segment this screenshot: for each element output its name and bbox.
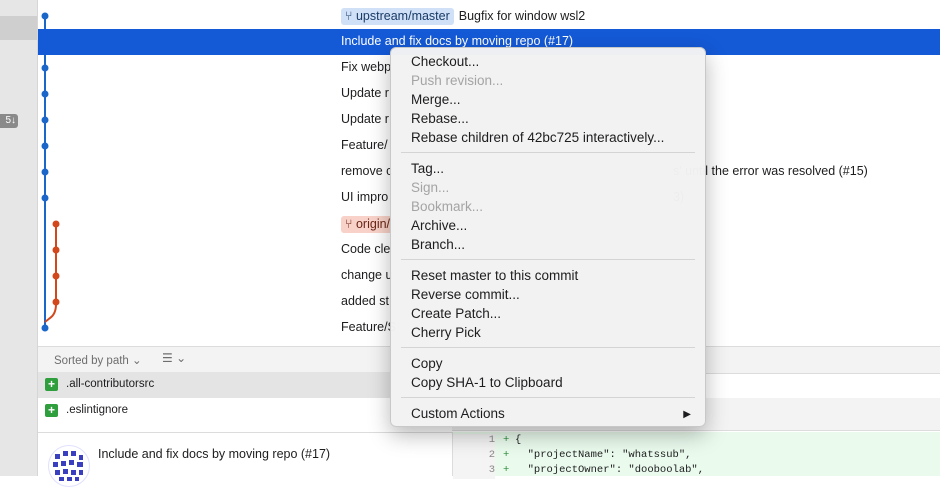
diff-view: 1 + { 2 + "projectName": "whatssub", 3 + "pr… [452,432,940,479]
file-row[interactable]: + .eslintignore [38,398,390,424]
commit-title: Include and fix docs by moving repo (#17… [98,447,331,461]
menu-item-checkout[interactable]: Checkout... [411,54,479,69]
line-number: 1 [453,434,495,449]
behind-count-badge: 5↓ [0,114,18,128]
menu-item-custom-actions[interactable]: Custom Actions [411,406,505,421]
commit-message: Update r [341,86,389,100]
diff-sign: + [503,449,510,461]
menu-item-merge[interactable]: Merge... [411,92,461,107]
author-avatar [48,445,90,487]
commit-message: Include and fix docs by moving repo (#17… [341,34,574,48]
added-icon: + [45,404,58,417]
menu-item-copy-sha[interactable]: Copy SHA-1 to Clipboard [411,375,563,390]
diff-line: 2 + "projectName": "whatssub", [453,449,940,464]
menu-separator [401,347,695,348]
commit-message: remove c [341,164,393,178]
commit-context-menu: Checkout... Push revision... Merge... Re… [390,47,706,427]
diff-line: 3 + "projectOwner": "dooboolab", [453,464,940,479]
file-name: .all-contributorsrc [66,378,155,390]
menu-item-copy[interactable]: Copy [411,356,443,371]
line-number: 2 [453,449,495,464]
menu-separator [401,259,695,260]
commit-message: Code cle [341,242,391,256]
sort-by-path-dropdown[interactable]: Sorted by path ⌄ [54,353,142,367]
menu-item-rebase[interactable]: Rebase... [411,111,469,126]
commit-message: Update r [341,112,389,126]
added-icon: + [45,378,58,391]
diff-sign: + [503,464,510,476]
menu-item-create-patch[interactable]: Create Patch... [411,306,501,321]
commit-info-panel: Include and fix docs by moving repo (#17… [38,432,452,487]
submenu-arrow-icon: ▶ [683,409,691,420]
diff-code: { [515,434,522,446]
commit-message: UI impro [341,190,389,204]
sidebar-selected-item[interactable] [0,16,37,40]
menu-item-push-revision: Push revision... [411,73,504,88]
list-view-menu-icon[interactable]: ☰ ⌄ [162,351,186,365]
diff-code: "projectName": "whatssub", [515,449,692,461]
menu-separator [401,397,695,398]
menu-item-reverse-commit[interactable]: Reverse commit... [411,287,520,302]
menu-item-bookmark: Bookmark... [411,199,484,214]
diff-code: "projectOwner": "dooboolab", [515,464,705,476]
diff-line: 1 + { [453,434,940,449]
menu-item-sign: Sign... [411,180,450,195]
file-name: .eslintignore [66,404,129,416]
branch-ref-badge: ⑂ origin/ [341,216,395,233]
commit-message: change u [341,268,393,282]
commit-message: Feature/S [341,320,396,334]
menu-item-archive[interactable]: Archive... [411,218,467,233]
commit-row[interactable]: ⑂ upstream/master Bugfix for window wsl2 [38,3,940,29]
menu-item-reset-master[interactable]: Reset master to this commit [411,268,578,283]
commit-message: Feature/ [341,138,388,152]
file-row-selected[interactable]: + .all-contributorsrc [38,372,390,398]
menu-separator [401,152,695,153]
commit-message: Bugfix for window wsl2 [458,9,586,23]
diff-sign: + [503,434,510,446]
menu-item-rebase-children[interactable]: Rebase children of 42bc725 interactively… [411,130,664,145]
menu-item-cherry-pick[interactable]: Cherry Pick [411,325,481,340]
commit-message: added st [341,294,389,308]
line-number: 3 [453,464,495,479]
menu-item-tag[interactable]: Tag... [411,161,444,176]
commit-message: Fix webp [341,60,392,74]
menu-item-branch[interactable]: Branch... [411,237,465,252]
left-sidebar [0,0,38,476]
branch-ref-badge: ⑂ upstream/master [341,8,454,25]
